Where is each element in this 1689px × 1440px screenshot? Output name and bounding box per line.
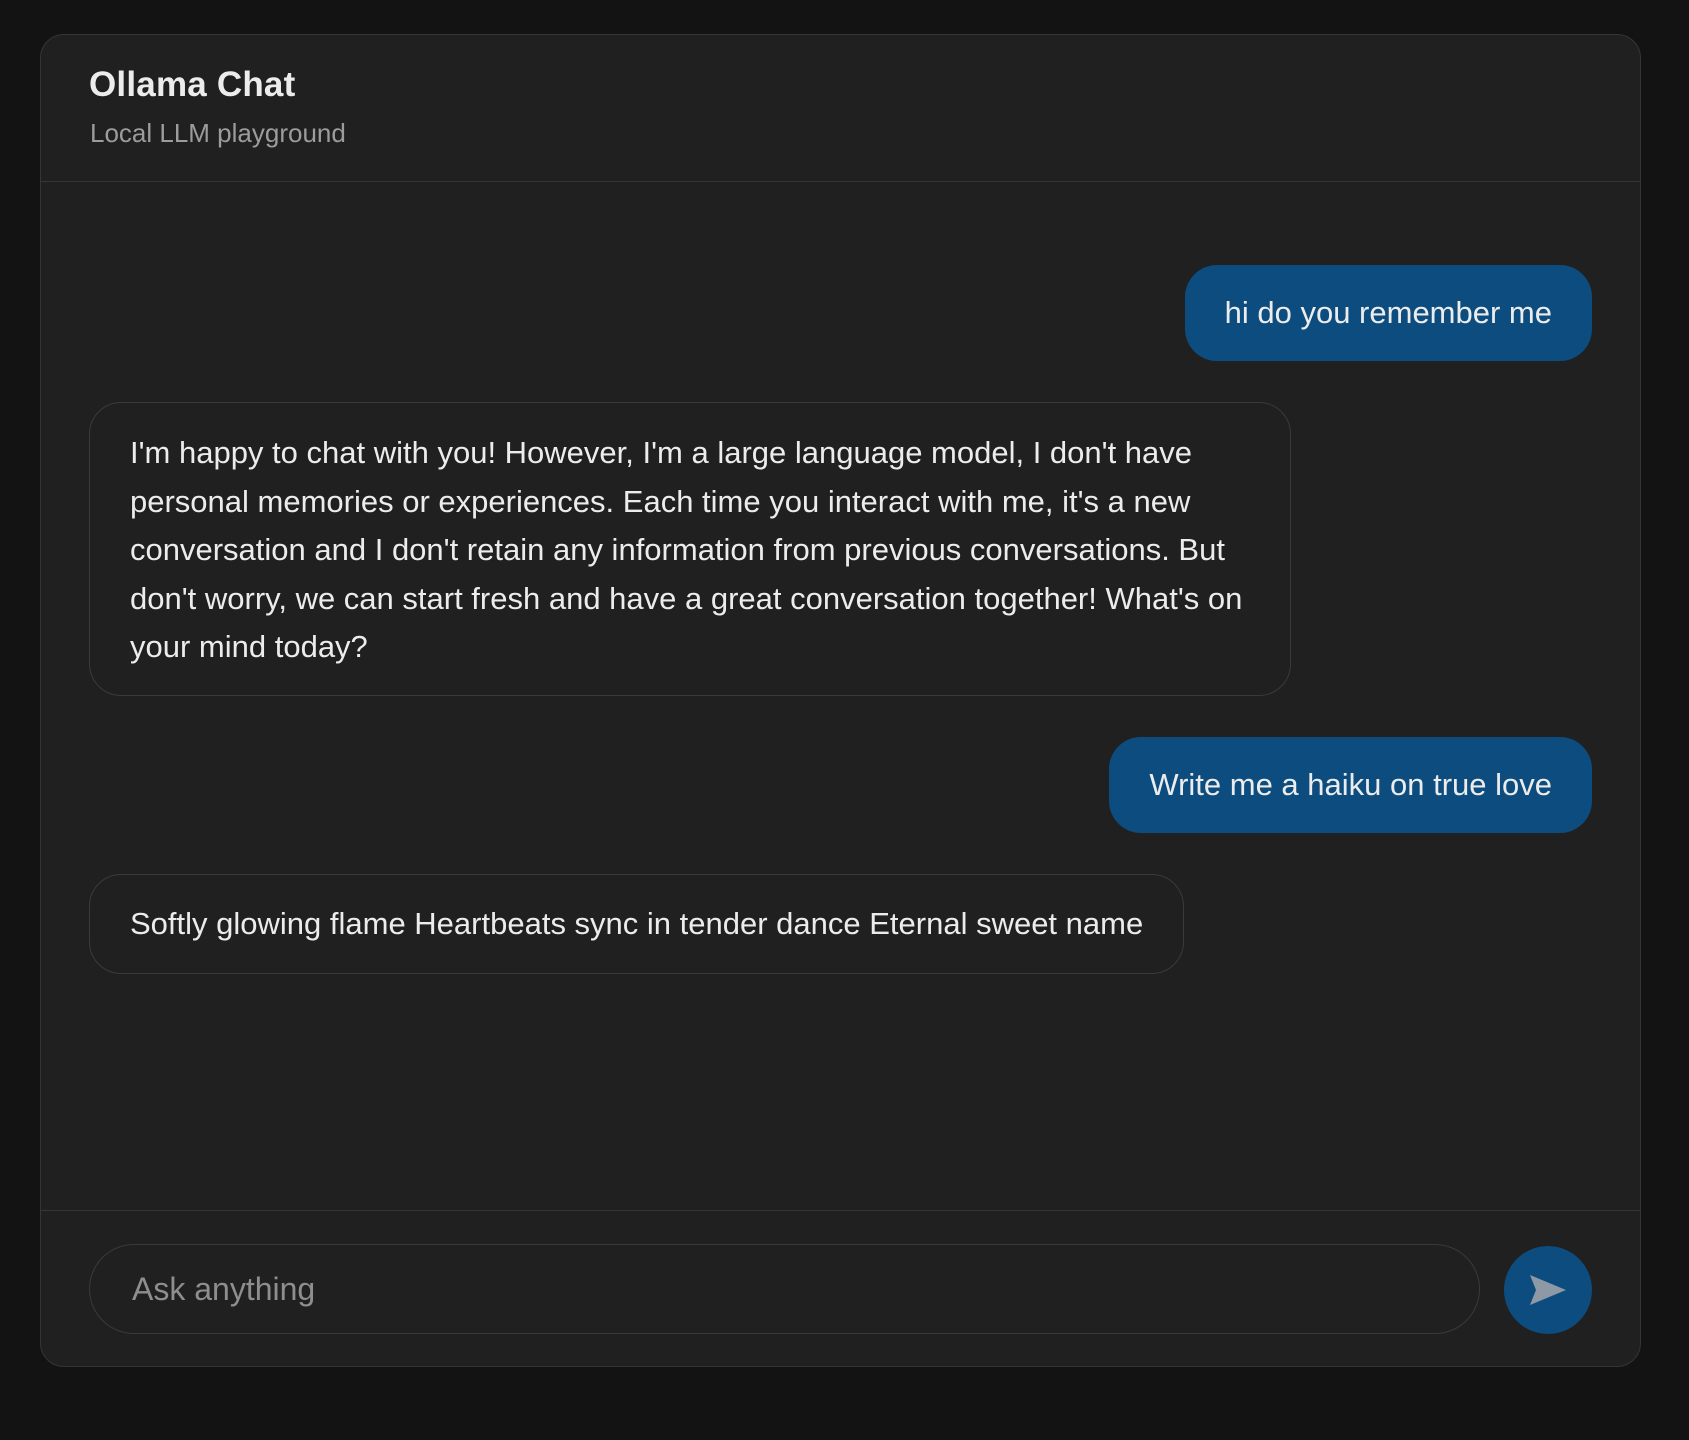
send-button[interactable] xyxy=(1504,1246,1592,1334)
assistant-message: Softly glowing flame Heartbeats sync in … xyxy=(89,874,1185,974)
send-icon xyxy=(1530,1275,1566,1305)
composer xyxy=(41,1210,1640,1366)
chat-window: Ollama Chat Local LLM playground hi do y… xyxy=(40,34,1641,1367)
message-list[interactable]: hi do you remember me I'm happy to chat … xyxy=(41,183,1640,1244)
user-message: hi do you remember me xyxy=(1184,265,1592,361)
chat-header: Ollama Chat Local LLM playground xyxy=(41,35,1640,182)
assistant-message: I'm happy to chat with you! However, I'm… xyxy=(89,402,1291,696)
user-message: Write me a haiku on true love xyxy=(1109,737,1592,833)
app-title: Ollama Chat xyxy=(89,65,296,104)
app-subtitle: Local LLM playground xyxy=(90,118,346,148)
chat-input-container[interactable] xyxy=(89,1244,1480,1334)
chat-input[interactable] xyxy=(130,1245,1430,1333)
